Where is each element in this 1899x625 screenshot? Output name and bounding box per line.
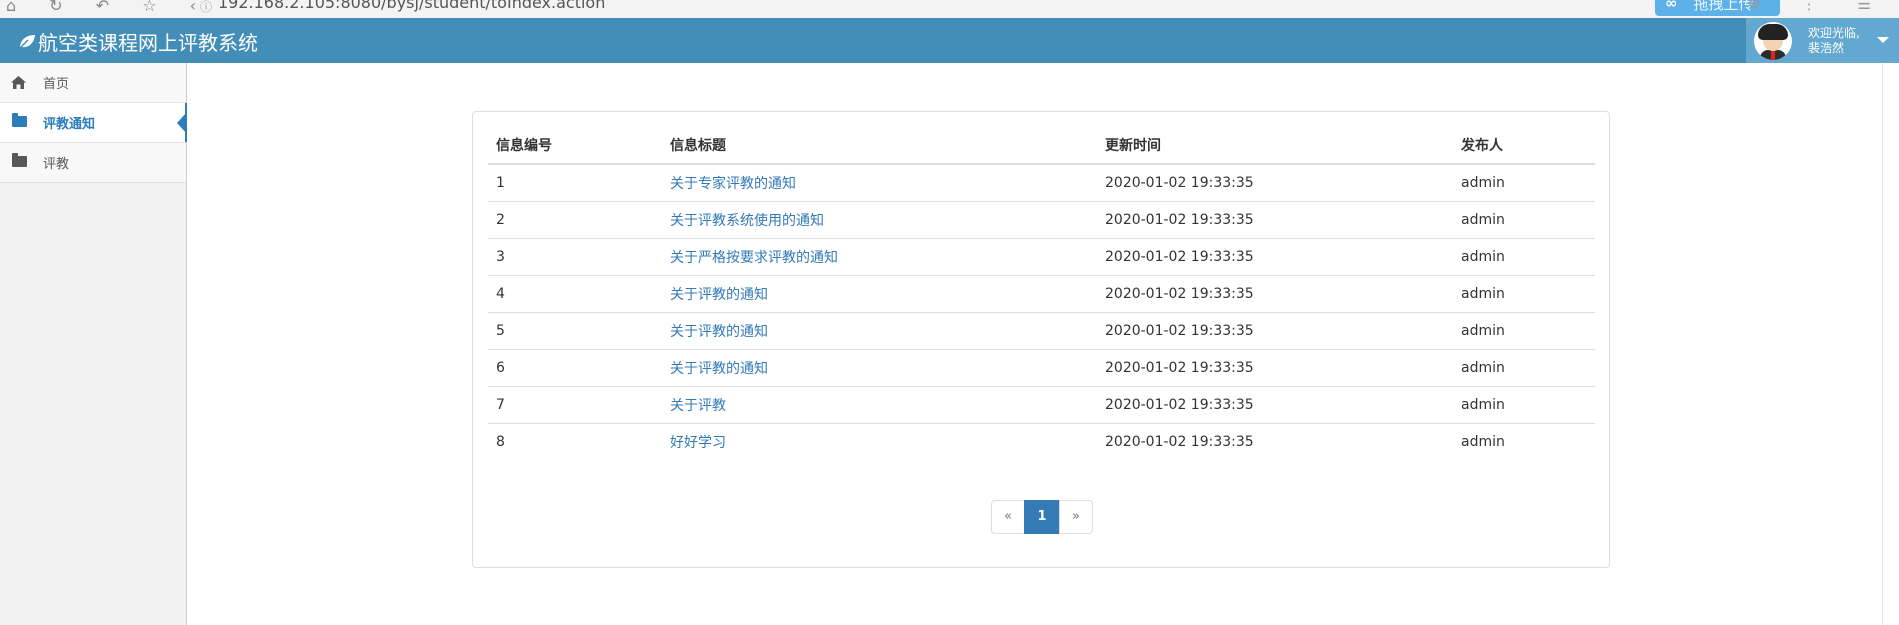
sidebar: 首页 评教通知 评教 bbox=[0, 63, 187, 625]
cell-publisher: admin bbox=[1453, 238, 1595, 276]
notice-title-link[interactable]: 关于评教的通知 bbox=[670, 324, 768, 340]
cell-id: 6 bbox=[488, 349, 662, 387]
user-name: 裴浩然 bbox=[1808, 40, 1845, 55]
cell-id: 5 bbox=[488, 312, 662, 350]
cell-id: 4 bbox=[488, 275, 662, 313]
notice-title-link[interactable]: 关于评教系统使用的通知 bbox=[670, 213, 824, 229]
table-row: 2 关于评教系统使用的通知 2020-01-02 19:33:35 admin bbox=[488, 201, 1595, 239]
table-row: 5 关于评教的通知 2020-01-02 19:33:35 admin bbox=[488, 312, 1595, 350]
brand-title: 航空类课程网上评教系统 bbox=[38, 31, 258, 55]
table-header-row: 信息编号 信息标题 更新时间 发布人 bbox=[488, 127, 1595, 165]
sidebar-item-label: 评教通知 bbox=[43, 117, 96, 132]
column-header-publisher: 发布人 bbox=[1453, 127, 1595, 165]
sidebar-item-notices[interactable]: 评教通知 bbox=[0, 103, 187, 143]
browser-toolbar: ⌂ ↻ ↶ ☆ ‹ ⓘ 192.168.2.105:8080/bysj/stud… bbox=[0, 0, 1899, 18]
cell-time: 2020-01-02 19:33:35 bbox=[1105, 434, 1254, 450]
cell-publisher: admin bbox=[1453, 275, 1595, 313]
cell-publisher: admin bbox=[1461, 434, 1505, 450]
page-info-icon: ⓘ bbox=[200, 0, 213, 14]
folder-icon bbox=[11, 112, 27, 131]
cell-id: 3 bbox=[488, 238, 662, 276]
table-row: 7 关于评教 2020-01-02 19:33:35 admin bbox=[488, 386, 1595, 424]
column-header-title: 信息标题 bbox=[662, 127, 1097, 165]
table-row: 3 关于严格按要求评教的通知 2020-01-02 19:33:35 admin bbox=[488, 238, 1595, 276]
cell-publisher: admin bbox=[1453, 349, 1595, 387]
cell-time: 2020-01-02 19:33:35 bbox=[1097, 164, 1453, 202]
scrollbar-edge bbox=[1882, 63, 1883, 625]
pagination: « 1 » bbox=[991, 500, 1093, 534]
cell-publisher: admin bbox=[1453, 386, 1595, 424]
cell-time: 2020-01-02 19:33:35 bbox=[1097, 386, 1453, 424]
caret-down-icon bbox=[1877, 37, 1889, 43]
user-info: 欢迎光临, 裴浩然 bbox=[1808, 26, 1860, 56]
notice-panel: 信息编号 信息标题 更新时间 发布人 1 关于专家评教的通知 2020-01-0… bbox=[472, 111, 1610, 568]
browser-nav-icons[interactable]: ⌂ ↻ ↶ ☆ ‹ bbox=[6, 0, 210, 15]
notice-title-link[interactable]: 好好学习 bbox=[670, 435, 726, 451]
home-icon bbox=[11, 76, 27, 89]
browser-tool-icons[interactable]: ⚙ ⋮ ☰ bbox=[1748, 0, 1889, 13]
pagination-next-button[interactable]: » bbox=[1059, 500, 1093, 534]
drag-upload-label: 拖拽上传 bbox=[1693, 0, 1754, 13]
cell-time: 2020-01-02 19:33:35 bbox=[1097, 349, 1453, 387]
top-navbar: 航空类课程网上评教系统 欢迎光临, 裴浩然 bbox=[0, 18, 1899, 63]
cell-time: 2020-01-02 19:33:35 bbox=[1097, 312, 1453, 350]
cell-id: 8 bbox=[496, 434, 505, 450]
cell-time: 2020-01-02 19:33:35 bbox=[1097, 238, 1453, 276]
table-row: 1 关于专家评教的通知 2020-01-02 19:33:35 admin bbox=[488, 164, 1595, 202]
cell-id: 7 bbox=[488, 386, 662, 424]
table-row: 6 关于评教的通知 2020-01-02 19:33:35 admin bbox=[488, 349, 1595, 387]
pagination-prev-button[interactable]: « bbox=[991, 500, 1025, 534]
table-row: 8 好好学习 2020-01-02 19:33:35 admin bbox=[488, 424, 1595, 461]
brand[interactable]: 航空类课程网上评教系统 bbox=[18, 27, 258, 56]
cell-id: 1 bbox=[488, 164, 662, 202]
column-header-time: 更新时间 bbox=[1097, 127, 1453, 165]
cell-id: 2 bbox=[488, 201, 662, 239]
user-menu-toggle[interactable]: 欢迎光临, 裴浩然 bbox=[1746, 18, 1899, 63]
upload-infinity-icon: ∞ bbox=[1665, 0, 1678, 12]
cell-time: 2020-01-02 19:33:35 bbox=[1097, 275, 1453, 313]
leaf-icon bbox=[18, 34, 36, 50]
notice-title-link[interactable]: 关于评教 bbox=[670, 398, 726, 414]
notice-title-link[interactable]: 关于评教的通知 bbox=[670, 361, 768, 377]
notice-title-link[interactable]: 关于严格按要求评教的通知 bbox=[670, 250, 838, 266]
pagination-page-1[interactable]: 1 bbox=[1024, 500, 1060, 534]
sidebar-item-evaluation[interactable]: 评教 bbox=[0, 143, 186, 183]
notice-title-link[interactable]: 关于评教的通知 bbox=[670, 287, 768, 303]
cell-time: 2020-01-02 19:33:35 bbox=[1097, 201, 1453, 239]
sidebar-item-label: 评教 bbox=[43, 157, 70, 172]
table-row: 4 关于评教的通知 2020-01-02 19:33:35 admin bbox=[488, 275, 1595, 313]
sidebar-item-label: 首页 bbox=[43, 77, 70, 92]
address-bar[interactable]: 192.168.2.105:8080/bysj/student/toIndex.… bbox=[218, 0, 605, 12]
cell-publisher: admin bbox=[1453, 312, 1595, 350]
welcome-text: 欢迎光临, bbox=[1808, 25, 1860, 40]
cell-publisher: admin bbox=[1453, 164, 1595, 202]
notice-table: 信息编号 信息标题 更新时间 发布人 1 关于专家评教的通知 2020-01-0… bbox=[488, 127, 1595, 460]
avatar bbox=[1754, 21, 1792, 60]
column-header-id: 信息编号 bbox=[488, 127, 662, 165]
cell-publisher: admin bbox=[1453, 201, 1595, 239]
notice-title-link[interactable]: 关于专家评教的通知 bbox=[670, 176, 796, 192]
folder-icon bbox=[11, 152, 27, 171]
sidebar-item-home[interactable]: 首页 bbox=[0, 63, 186, 103]
